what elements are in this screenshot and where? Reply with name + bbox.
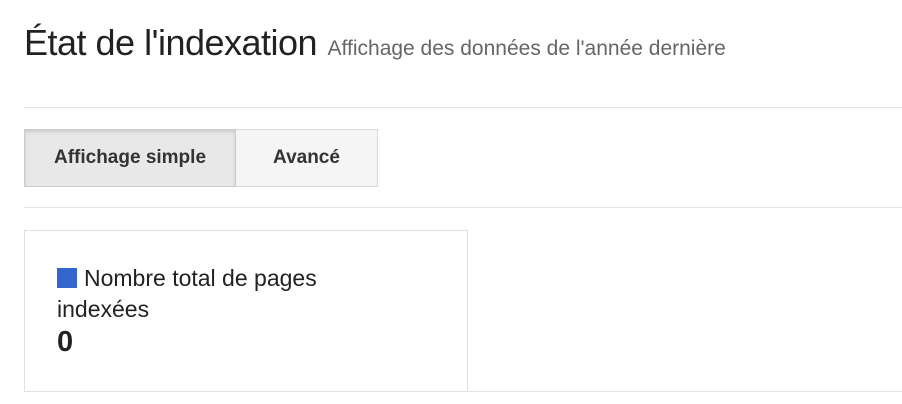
tab-simple-view[interactable]: Affichage simple (24, 129, 236, 187)
metric-legend: Nombre total de pages indexées (57, 263, 387, 325)
header-divider (24, 107, 902, 108)
page-header: État de l'indexation Affichage des donné… (24, 22, 726, 64)
tabs-divider (24, 207, 902, 208)
page-subtitle: Affichage des données de l'année dernièr… (327, 37, 726, 60)
legend-color-swatch (57, 268, 77, 288)
view-mode-tabs: Affichage simple Avancé (24, 129, 378, 187)
tab-advanced[interactable]: Avancé (236, 129, 378, 187)
metric-legend-label: Nombre total de pages indexées (57, 265, 317, 322)
bottom-divider (468, 391, 902, 392)
page-title: État de l'indexation (24, 22, 318, 63)
metric-value: 0 (57, 326, 74, 358)
total-indexed-pages-card: Nombre total de pages indexées 0 (24, 230, 468, 392)
